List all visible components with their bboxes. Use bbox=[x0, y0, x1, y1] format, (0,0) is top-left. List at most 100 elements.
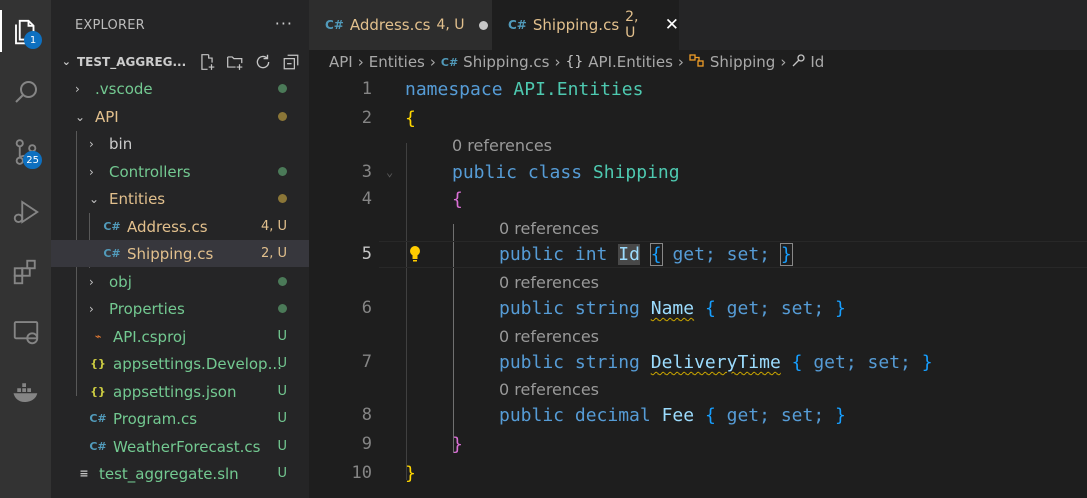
tree-item[interactable]: › Controllers bbox=[51, 158, 309, 185]
explorer-title: EXPLORER bbox=[75, 18, 145, 33]
code-line: 2 { bbox=[309, 105, 1087, 132]
extensions-icon[interactable] bbox=[0, 252, 51, 292]
new-file-icon[interactable] bbox=[197, 52, 217, 72]
breadcrumb-separator: › bbox=[677, 53, 684, 71]
tree-item[interactable]: ⌁ API.csproj U bbox=[51, 323, 309, 350]
tab-shipping-cs[interactable]: C# Shipping.cs 2, U ✕ bbox=[492, 0, 679, 50]
code-text: } bbox=[452, 434, 463, 455]
tree-item-label: Shipping.cs bbox=[127, 244, 214, 263]
tree-item-label: appsettings.json bbox=[113, 382, 237, 401]
csharp-icon: C# bbox=[440, 55, 459, 69]
tree-item-label: Controllers bbox=[109, 162, 191, 181]
chevron-down-icon: ⌄ bbox=[89, 191, 100, 206]
tree-item[interactable]: ⌄ Entities bbox=[51, 185, 309, 212]
wrench-icon bbox=[791, 53, 805, 71]
refresh-icon[interactable] bbox=[253, 52, 273, 72]
breadcrumb-item[interactable]: Shipping bbox=[710, 53, 775, 71]
close-icon[interactable]: ✕ bbox=[665, 15, 679, 35]
line-number: 10 bbox=[351, 463, 372, 483]
tab-address-cs[interactable]: C# Address.cs 4, U bbox=[309, 0, 492, 50]
status-dot bbox=[278, 194, 287, 203]
tree-item-label: WeatherForecast.cs bbox=[113, 437, 261, 456]
tree-item[interactable]: › Properties bbox=[51, 295, 309, 322]
tree-item[interactable]: › obj bbox=[51, 268, 309, 295]
breadcrumb-item[interactable]: Id bbox=[810, 53, 824, 71]
workspace-folder[interactable]: ⌄ TEST_AGGREG... bbox=[51, 48, 309, 75]
code-lens-references[interactable]: 0 references bbox=[499, 376, 599, 403]
status-dot bbox=[278, 84, 287, 93]
chevron-down-icon: ⌄ bbox=[61, 55, 71, 68]
git-status-badge: U bbox=[277, 384, 287, 399]
fold-chevron-icon[interactable]: ⌄ bbox=[386, 159, 393, 186]
activity-bar: 1 25 bbox=[0, 0, 51, 498]
explorer-sidebar: EXPLORER ··· ⌄ TEST_AGGREG... › .vscode ⌄ A… bbox=[51, 0, 309, 498]
new-folder-icon[interactable] bbox=[225, 52, 245, 72]
tree-item[interactable]: {} appsettings.json U bbox=[51, 378, 309, 405]
tab-label: Shipping.cs bbox=[532, 16, 620, 34]
code-line: 7 public string DeliveryTime { get; set;… bbox=[309, 349, 1087, 376]
code-text: public string Name { get; set; } bbox=[499, 298, 846, 319]
tree-item-label: Address.cs bbox=[127, 217, 208, 236]
code-line: 4 { bbox=[309, 186, 1087, 213]
code-text: public string DeliveryTime { get; set; } bbox=[499, 352, 933, 373]
breadcrumb-separator: › bbox=[357, 53, 364, 71]
chevron-right-icon: › bbox=[89, 136, 94, 151]
tree-item[interactable]: C# WeatherForecast.cs U bbox=[51, 433, 309, 460]
code-lens-references[interactable]: 0 references bbox=[499, 269, 599, 296]
code-line: 6 public string Name { get; set; } bbox=[309, 295, 1087, 322]
breadcrumb-item[interactable]: API bbox=[329, 53, 353, 71]
docker-icon[interactable] bbox=[0, 372, 51, 412]
code-lens-references[interactable]: 0 references bbox=[499, 323, 599, 350]
code-lens-references[interactable]: 0 references bbox=[452, 132, 552, 159]
tree-item[interactable]: C# Program.cs U bbox=[51, 405, 309, 432]
breadcrumb-item[interactable]: Shipping.cs bbox=[463, 53, 549, 71]
chevron-down-icon: ⌄ bbox=[75, 109, 86, 124]
git-status-badge: U bbox=[277, 439, 287, 454]
tree-item-label: Program.cs bbox=[113, 409, 198, 428]
explorer-badge: 1 bbox=[24, 31, 42, 49]
code-lens-references[interactable]: 0 references bbox=[499, 215, 599, 242]
tree-item[interactable]: C# Shipping.cs 2, U bbox=[51, 240, 309, 267]
code-text: namespace API.Entities bbox=[405, 79, 644, 100]
run-debug-icon[interactable] bbox=[0, 192, 51, 232]
chevron-right-icon: › bbox=[89, 274, 94, 289]
json-icon: {} bbox=[90, 385, 106, 398]
git-status-badge: U bbox=[277, 466, 287, 481]
editor-tabs: C# Address.cs 4, U C# Shipping.cs 2, U ✕ bbox=[309, 0, 1087, 50]
unsaved-dot-icon[interactable] bbox=[478, 20, 488, 30]
tree-item[interactable]: {} appsettings.Develop... U bbox=[51, 350, 309, 377]
breadcrumb-item[interactable]: API.Entities bbox=[588, 53, 673, 71]
tree-item[interactable]: ≡ test_aggregate.sln U bbox=[51, 460, 309, 487]
tree-item-label: appsettings.Develop... bbox=[113, 354, 282, 373]
code-text: { bbox=[405, 108, 416, 129]
chevron-right-icon: › bbox=[89, 164, 94, 179]
collapse-all-icon[interactable] bbox=[281, 52, 301, 72]
csharp-icon: C# bbox=[103, 220, 121, 233]
tree-item[interactable]: ⌄ API bbox=[51, 103, 309, 130]
csharp-icon: C# bbox=[325, 18, 344, 32]
git-status-badge: U bbox=[277, 411, 287, 426]
solution-icon: ≡ bbox=[79, 467, 89, 480]
files-icon[interactable]: 1 bbox=[0, 12, 51, 52]
csharp-icon: C# bbox=[89, 412, 107, 425]
git-status-badge: U bbox=[277, 329, 287, 344]
code-line: 3 ⌄ public class Shipping bbox=[309, 159, 1087, 186]
more-actions-icon[interactable]: ··· bbox=[275, 14, 293, 33]
tree-item-label: API bbox=[95, 107, 119, 126]
tree-item[interactable]: C# Address.cs 4, U bbox=[51, 213, 309, 240]
tree-item[interactable]: › bin bbox=[51, 130, 309, 157]
breadcrumb-item[interactable]: Entities bbox=[369, 53, 425, 71]
code-editor[interactable]: 1 namespace API.Entities 2 { 0 reference… bbox=[309, 76, 1087, 498]
line-number: 2 bbox=[361, 108, 372, 128]
code-line: 8 public decimal Fee { get; set; } bbox=[309, 402, 1087, 429]
remote-explorer-icon[interactable] bbox=[0, 312, 51, 352]
git-status-badge: U bbox=[277, 356, 287, 371]
search-icon[interactable] bbox=[0, 72, 51, 112]
tab-status: 4, U bbox=[436, 17, 465, 33]
lightbulb-icon[interactable] bbox=[408, 245, 422, 268]
source-control-icon[interactable]: 25 bbox=[0, 132, 51, 172]
chevron-right-icon: › bbox=[89, 301, 94, 316]
breadcrumb-separator: › bbox=[554, 53, 561, 71]
code-line: 10 } bbox=[309, 460, 1087, 487]
tree-item[interactable]: › .vscode bbox=[51, 75, 309, 102]
